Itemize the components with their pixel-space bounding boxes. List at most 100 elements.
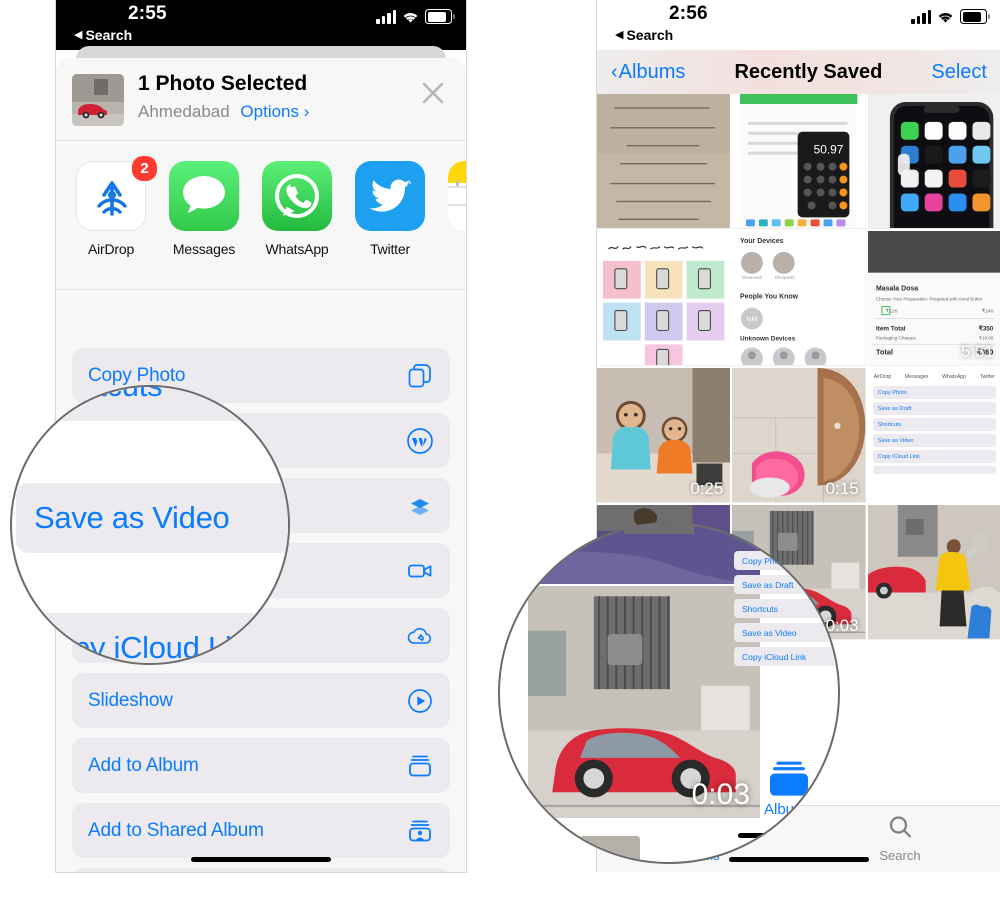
battery-icon bbox=[960, 9, 990, 24]
mini-action-label: Shortcuts bbox=[877, 421, 902, 428]
magnified-tab-label: Albums bbox=[763, 801, 815, 818]
share-app-airdrop[interactable]: 2 AirDrop bbox=[76, 154, 159, 257]
magnified-row-shortcuts[interactable]: Shortcuts bbox=[16, 387, 288, 421]
twitter-icon bbox=[355, 161, 425, 231]
status-back-to-search[interactable]: ◀ Search bbox=[615, 27, 673, 43]
mini-app-label: WhatsApp bbox=[942, 374, 967, 380]
action-add-to-album[interactable]: Add to Album bbox=[72, 738, 450, 793]
options-button[interactable]: Options › bbox=[240, 102, 309, 121]
mini-action-row[interactable]: Save as Draft bbox=[872, 402, 996, 415]
video-duration: 0:25 bbox=[690, 479, 724, 498]
grid-item[interactable]: 50.97 bbox=[732, 94, 866, 229]
chevron-right-icon: › bbox=[303, 102, 310, 121]
share-sheet-header: 1 Photo Selected Ahmedabad Options › bbox=[56, 58, 466, 141]
magnified-mini-row[interactable]: Shortcuts bbox=[734, 599, 838, 618]
video-camera-icon bbox=[406, 557, 434, 585]
magnified-label: Copy iCloud Link bbox=[34, 630, 264, 665]
grid-item[interactable]: 0:15 bbox=[732, 368, 866, 503]
magnified-mini-row[interactable]: Copy Photo bbox=[734, 551, 838, 570]
svg-text:Choose Your Preparation: Prepa: Choose Your Preparation: Prepared with A… bbox=[876, 297, 983, 302]
magnified-mini-row[interactable]: Copy iCloud Link bbox=[734, 647, 838, 666]
video-duration: 5:51 bbox=[960, 342, 994, 361]
magnified-tab-albums[interactable]: Albums bbox=[746, 760, 832, 818]
photos-navbar: ‹ Albums Recently Saved Select bbox=[597, 50, 1000, 94]
magnified-label: Save as Video bbox=[34, 500, 230, 535]
svg-text:₹350: ₹350 bbox=[978, 325, 993, 332]
magnified-mini-label: Save as Video bbox=[742, 627, 797, 638]
wifi-icon bbox=[402, 10, 419, 24]
magnified-mini-row[interactable]: Save as Video bbox=[734, 623, 838, 642]
magnified-red-car-video[interactable]: 0:03 bbox=[528, 586, 760, 818]
copy-icon bbox=[406, 362, 434, 390]
action-label: Copy Photo bbox=[88, 364, 186, 386]
magnified-mini-row[interactable]: Save as Draft bbox=[734, 575, 838, 594]
svg-text:Total: Total bbox=[876, 347, 893, 356]
mini-action-row[interactable]: Save as Video bbox=[872, 434, 996, 447]
grid-item[interactable]: Your Devices Dhvanesh Dhvanesh People You… bbox=[732, 231, 866, 366]
svg-text:Dhvanesh: Dhvanesh bbox=[742, 275, 763, 280]
grid-item[interactable]: Masala Dosa Choose Your Preparation: Pre… bbox=[867, 231, 1000, 366]
cellular-bars-icon bbox=[376, 10, 396, 24]
share-app-label: WhatsApp bbox=[265, 241, 329, 257]
share-app-notes[interactable]: N bbox=[448, 161, 466, 257]
shared-album-icon bbox=[406, 817, 434, 845]
share-apps-row[interactable]: 2 AirDrop Messages WhatsApp Twitter bbox=[56, 141, 466, 290]
magnifier-right: 0:03 AirDrop Messages Copy Photo Save as… bbox=[498, 522, 840, 864]
magnified-row-copy-icloud-link[interactable]: Copy iCloud Link bbox=[16, 613, 288, 665]
svg-text:₹120: ₹120 bbox=[886, 309, 898, 315]
mini-action-label: Save as Draft bbox=[877, 405, 912, 412]
grid-item[interactable] bbox=[597, 231, 731, 366]
mini-action-row[interactable]: Copy Photo bbox=[872, 386, 996, 399]
share-app-label: AirDrop bbox=[87, 241, 135, 257]
magnified-mini-sheet: AirDrop Messages Copy Photo Save as Draf… bbox=[734, 536, 838, 671]
share-app-label: Messages bbox=[172, 241, 236, 257]
svg-text:NM: NM bbox=[747, 317, 758, 324]
status-back-label: Search bbox=[626, 27, 674, 43]
action-add-to-shared-album[interactable]: Add to Shared Album bbox=[72, 803, 450, 858]
airdrop-badge: 2 bbox=[130, 154, 159, 183]
magnifier-left: Shortcuts Save as Video Copy iCloud Link bbox=[10, 385, 290, 665]
notes-icon bbox=[448, 161, 466, 231]
grid-item[interactable] bbox=[597, 94, 731, 229]
action-label: Slideshow bbox=[88, 689, 173, 711]
home-indicator bbox=[191, 857, 331, 862]
action-slideshow[interactable]: Slideshow bbox=[72, 673, 450, 728]
svg-text:₹240: ₹240 bbox=[982, 309, 994, 315]
search-icon bbox=[887, 815, 913, 844]
page-title: Recently Saved bbox=[734, 60, 883, 83]
mini-action-row[interactable]: Copy iCloud Link bbox=[872, 450, 996, 463]
selected-photo-thumbnail bbox=[72, 74, 124, 126]
share-app-whatsapp[interactable]: WhatsApp bbox=[262, 161, 332, 257]
grid-item[interactable]: AirDrop Messages WhatsApp Twitter Copy P… bbox=[867, 368, 1000, 503]
magnified-mini-label: Save as Draft bbox=[742, 579, 794, 590]
magnified-partial-photo bbox=[580, 836, 640, 862]
action-create-watch-face[interactable]: Create Watch Face bbox=[72, 868, 450, 872]
magnified-row-save-as-video[interactable]: Save as Video bbox=[16, 483, 288, 553]
cellular-bars-icon bbox=[911, 10, 931, 24]
share-app-twitter[interactable]: Twitter bbox=[355, 161, 425, 257]
mini-action-row[interactable]: Shortcuts bbox=[872, 418, 996, 431]
triangle-left-icon: ◀ bbox=[615, 28, 624, 41]
status-back-to-search[interactable]: ◀ Search bbox=[74, 27, 132, 43]
magnified-mini-app-label: AirDrop bbox=[734, 536, 758, 543]
album-icon bbox=[406, 752, 434, 780]
messages-icon bbox=[169, 161, 239, 231]
magnified-purple-photo bbox=[528, 524, 760, 584]
grid-item[interactable] bbox=[867, 505, 1000, 640]
select-button[interactable]: Select bbox=[931, 61, 987, 84]
back-to-albums-button[interactable]: ‹ Albums bbox=[611, 61, 685, 84]
svg-text:Item Total: Item Total bbox=[876, 325, 906, 332]
status-indicators bbox=[376, 9, 455, 24]
chevron-left-icon: ‹ bbox=[611, 60, 618, 83]
action-label: Add to Shared Album bbox=[88, 819, 264, 841]
close-icon[interactable] bbox=[420, 80, 446, 106]
magnified-home-indicator bbox=[738, 833, 828, 838]
status-time: 2:55 bbox=[128, 3, 167, 24]
grid-item[interactable] bbox=[867, 94, 1000, 229]
magnified-mini-label: Copy iCloud Link bbox=[742, 651, 807, 662]
mini-action-label: Copy Photo bbox=[877, 389, 907, 396]
share-app-messages[interactable]: Messages bbox=[169, 161, 239, 257]
whatsapp-icon bbox=[262, 161, 332, 231]
grid-item[interactable]: 0:25 bbox=[597, 368, 731, 503]
share-sheet-title: 1 Photo Selected bbox=[138, 72, 308, 95]
